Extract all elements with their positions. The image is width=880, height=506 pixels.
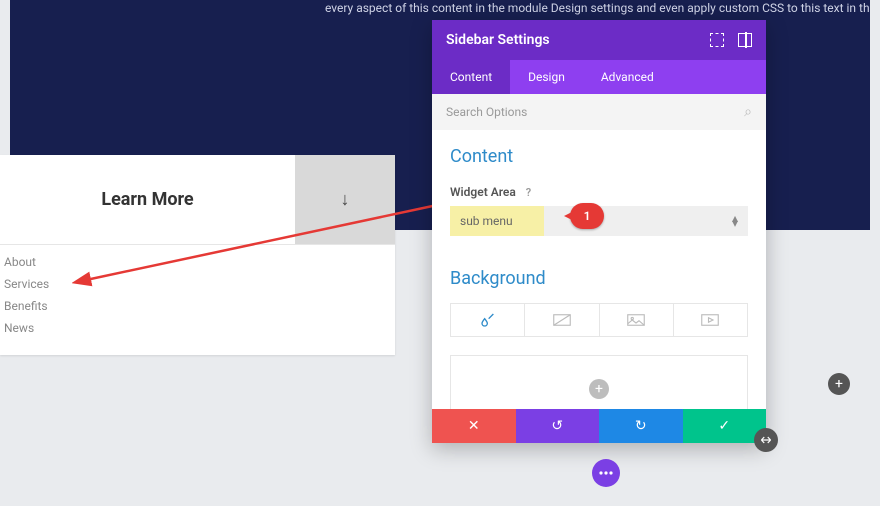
widget-area-select-row: sub menu ▴▾ 1: [450, 206, 748, 236]
tab-content[interactable]: Content: [432, 60, 510, 94]
tab-advanced[interactable]: Advanced: [583, 60, 672, 94]
expand-icon[interactable]: [710, 33, 724, 47]
page-module-card: Learn More ↓ About Services Benefits New…: [0, 155, 395, 355]
cancel-button[interactable]: ✕: [432, 409, 516, 443]
menu-item[interactable]: News: [4, 317, 391, 339]
modal-title: Sidebar Settings: [446, 32, 550, 48]
module-row: Learn More ↓: [0, 155, 395, 245]
redo-button[interactable]: ↻: [599, 409, 683, 443]
bg-video-tab[interactable]: [674, 303, 748, 337]
search-placeholder: Search Options: [446, 105, 527, 119]
search-options[interactable]: Search Options ⌕: [432, 94, 766, 130]
bg-gradient-tab[interactable]: [525, 303, 599, 337]
menu-item[interactable]: Benefits: [4, 295, 391, 317]
plus-icon: +: [589, 379, 609, 399]
close-icon: ✕: [468, 418, 480, 434]
redo-icon: ↻: [635, 418, 647, 434]
widget-area-value: sub menu: [460, 214, 513, 228]
toggle-arrow-button[interactable]: ↓: [295, 155, 395, 244]
page-actions-fab[interactable]: [592, 459, 620, 487]
check-icon: ✓: [718, 418, 730, 434]
module-title: Learn More: [0, 155, 295, 244]
add-module-fab[interactable]: +: [828, 373, 850, 395]
menu-item[interactable]: About: [4, 251, 391, 273]
marker-number: 1: [584, 209, 591, 223]
tab-design[interactable]: Design: [510, 60, 583, 94]
snap-icon[interactable]: [738, 33, 752, 47]
down-arrow-icon: ↓: [341, 189, 350, 210]
background-type-tabs: [450, 303, 748, 337]
sidebar-menu-list: About Services Benefits News: [0, 245, 395, 345]
undo-button[interactable]: ↺: [516, 409, 600, 443]
bg-image-tab[interactable]: [600, 303, 674, 337]
undo-icon: ↺: [551, 418, 563, 434]
modal-header[interactable]: Sidebar Settings: [432, 20, 766, 60]
background-add-slot[interactable]: +: [450, 355, 748, 409]
widget-area-label: Widget Area: [450, 185, 516, 199]
resize-handle[interactable]: [754, 428, 778, 452]
section-title-background: Background: [450, 268, 748, 289]
modal-body: Content Widget Area ? sub menu ▴▾ 1 Back…: [432, 130, 766, 409]
help-icon[interactable]: ?: [526, 186, 531, 199]
search-icon: ⌕: [744, 104, 752, 120]
bg-color-tab[interactable]: [450, 303, 525, 337]
settings-modal: Sidebar Settings Content Design Advanced…: [432, 20, 766, 443]
section-title-content: Content: [450, 146, 748, 167]
hero-description: every aspect of this content in the modu…: [325, 0, 880, 17]
modal-footer: ✕ ↺ ↻ ✓: [432, 409, 766, 443]
modal-tabs: Content Design Advanced: [432, 60, 766, 94]
menu-item[interactable]: Services: [4, 273, 391, 295]
annotation-marker: 1: [570, 203, 610, 239]
chevron-updown-icon: ▴▾: [732, 216, 738, 226]
